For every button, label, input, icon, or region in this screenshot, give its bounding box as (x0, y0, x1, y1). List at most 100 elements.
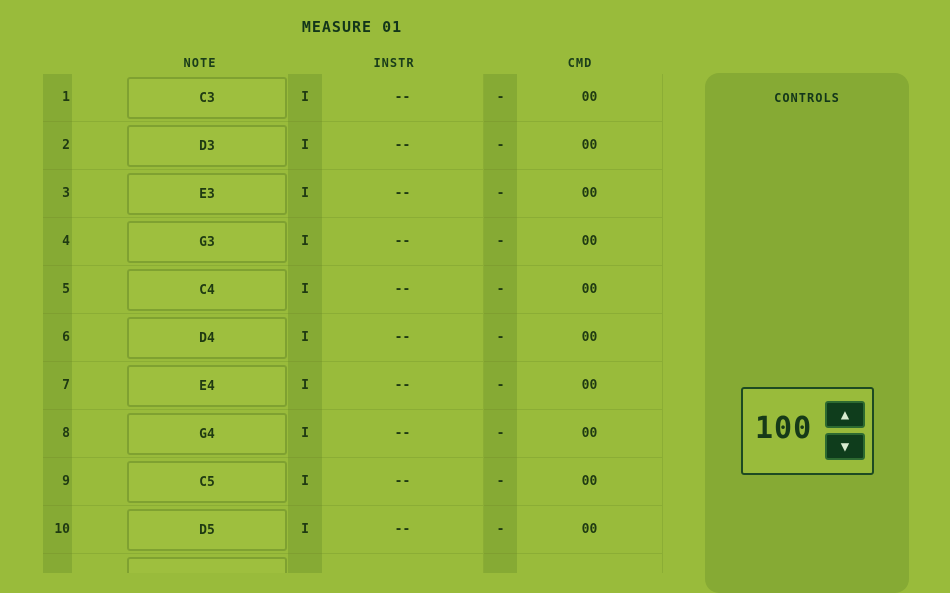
note-field[interactable]: G3 (127, 221, 287, 263)
note-field[interactable]: E3 (127, 173, 287, 215)
note-field[interactable]: D3 (127, 125, 287, 167)
row-number: 7 (43, 362, 72, 410)
table-row (43, 554, 663, 573)
note-cell: D5 (72, 506, 288, 554)
row-number (43, 554, 72, 573)
table-row: 2 D3 I -- -00 (43, 122, 663, 170)
note-cell: C3 (72, 74, 288, 122)
column-header-instr: INSTR (373, 56, 415, 70)
row-number: 1 (43, 74, 72, 122)
tempo-value: 100 (755, 411, 813, 446)
cmd-separator-cell[interactable]: - (484, 170, 517, 218)
note-field[interactable]: C4 (127, 269, 287, 311)
note-cell: E3 (72, 170, 288, 218)
cmd-separator-cell[interactable]: - (484, 410, 517, 458)
instrument-id-cell[interactable]: I (288, 458, 322, 506)
cmd-cell[interactable]: 00 (517, 410, 663, 458)
increment-button[interactable]: ▲ (825, 401, 865, 428)
controls-title: CONTROLS (774, 91, 840, 105)
table-row: 7 E4 I -- -00 (43, 362, 663, 410)
cmd-separator-cell[interactable]: - (484, 362, 517, 410)
table-row: 1 C3 I -- -00 (43, 74, 663, 122)
instrument-id-cell[interactable]: I (288, 314, 322, 362)
cmd-separator-cell[interactable] (484, 554, 517, 573)
cmd-separator-cell[interactable]: - (484, 314, 517, 362)
cmd-cell[interactable]: 00 (517, 74, 663, 122)
instrument-id-cell[interactable]: I (288, 122, 322, 170)
instrument-id-cell[interactable]: I (288, 506, 322, 554)
row-number: 8 (43, 410, 72, 458)
instr-cell[interactable]: -- (322, 506, 484, 554)
row-number: 5 (43, 266, 72, 314)
cmd-cell[interactable]: 00 (517, 266, 663, 314)
triangle-down-icon: ▼ (840, 438, 850, 455)
table-row: 10 D5 I -- -00 (43, 506, 663, 554)
instr-cell[interactable]: -- (322, 218, 484, 266)
cmd-separator-cell[interactable]: - (484, 506, 517, 554)
cmd-separator-cell[interactable]: - (484, 458, 517, 506)
instr-cell[interactable] (322, 554, 484, 573)
cmd-separator-cell[interactable]: - (484, 74, 517, 122)
instrument-id-cell[interactable]: I (288, 362, 322, 410)
instr-cell[interactable]: -- (322, 170, 484, 218)
table-row: 9 C5 I -- -00 (43, 458, 663, 506)
cmd-cell[interactable]: 00 (517, 170, 663, 218)
note-cell: E4 (72, 362, 288, 410)
instr-cell[interactable]: -- (322, 458, 484, 506)
instr-cell[interactable]: -- (322, 314, 484, 362)
cmd-cell[interactable]: 00 (517, 506, 663, 554)
column-header-cmd: CMD (567, 56, 593, 70)
note-field[interactable]: D5 (127, 509, 287, 551)
row-number: 2 (43, 122, 72, 170)
instr-cell[interactable]: -- (322, 410, 484, 458)
note-cell: C5 (72, 458, 288, 506)
pattern-grid: 1 C3 I -- -00 2 D3 I -- -00 3 E3 I -- -00 4 G3 I -- -00 5 C4 I… (43, 74, 663, 573)
row-number: 6 (43, 314, 72, 362)
table-row: 8 G4 I -- -00 (43, 410, 663, 458)
instrument-id-cell[interactable]: I (288, 410, 322, 458)
instrument-id-cell[interactable]: I (288, 170, 322, 218)
cmd-separator-cell[interactable]: - (484, 266, 517, 314)
row-number: 9 (43, 458, 72, 506)
note-cell: G4 (72, 410, 288, 458)
cmd-cell[interactable] (517, 554, 663, 573)
instr-cell[interactable]: -- (322, 74, 484, 122)
measure-title: MEASURE 01 (301, 18, 403, 36)
triangle-up-icon: ▲ (840, 406, 850, 423)
instrument-id-cell[interactable]: I (288, 74, 322, 122)
cmd-cell[interactable]: 00 (517, 458, 663, 506)
controls-panel: CONTROLS 100 ▲ ▼ (705, 73, 909, 593)
row-number: 3 (43, 170, 72, 218)
instrument-id-cell[interactable]: I (288, 218, 322, 266)
table-row: 6 D4 I -- -00 (43, 314, 663, 362)
instr-cell[interactable]: -- (322, 266, 484, 314)
note-cell: C4 (72, 266, 288, 314)
note-field[interactable]: C3 (127, 77, 287, 119)
table-row: 5 C4 I -- -00 (43, 266, 663, 314)
row-number: 10 (43, 506, 72, 554)
note-field[interactable] (127, 557, 287, 573)
column-header-note: NOTE (183, 56, 217, 70)
decrement-button[interactable]: ▼ (825, 433, 865, 460)
note-cell: G3 (72, 218, 288, 266)
row-number: 4 (43, 218, 72, 266)
table-row: 3 E3 I -- -00 (43, 170, 663, 218)
note-cell: D3 (72, 122, 288, 170)
tempo-stepper: 100 ▲ ▼ (741, 387, 874, 475)
note-cell (72, 554, 288, 573)
note-field[interactable]: E4 (127, 365, 287, 407)
instrument-id-cell[interactable] (288, 554, 322, 573)
cmd-cell[interactable]: 00 (517, 122, 663, 170)
cmd-cell[interactable]: 00 (517, 218, 663, 266)
note-field[interactable]: G4 (127, 413, 287, 455)
instrument-id-cell[interactable]: I (288, 266, 322, 314)
cmd-cell[interactable]: 00 (517, 362, 663, 410)
cmd-cell[interactable]: 00 (517, 314, 663, 362)
cmd-separator-cell[interactable]: - (484, 218, 517, 266)
note-field[interactable]: D4 (127, 317, 287, 359)
note-cell: D4 (72, 314, 288, 362)
note-field[interactable]: C5 (127, 461, 287, 503)
instr-cell[interactable]: -- (322, 362, 484, 410)
instr-cell[interactable]: -- (322, 122, 484, 170)
cmd-separator-cell[interactable]: - (484, 122, 517, 170)
